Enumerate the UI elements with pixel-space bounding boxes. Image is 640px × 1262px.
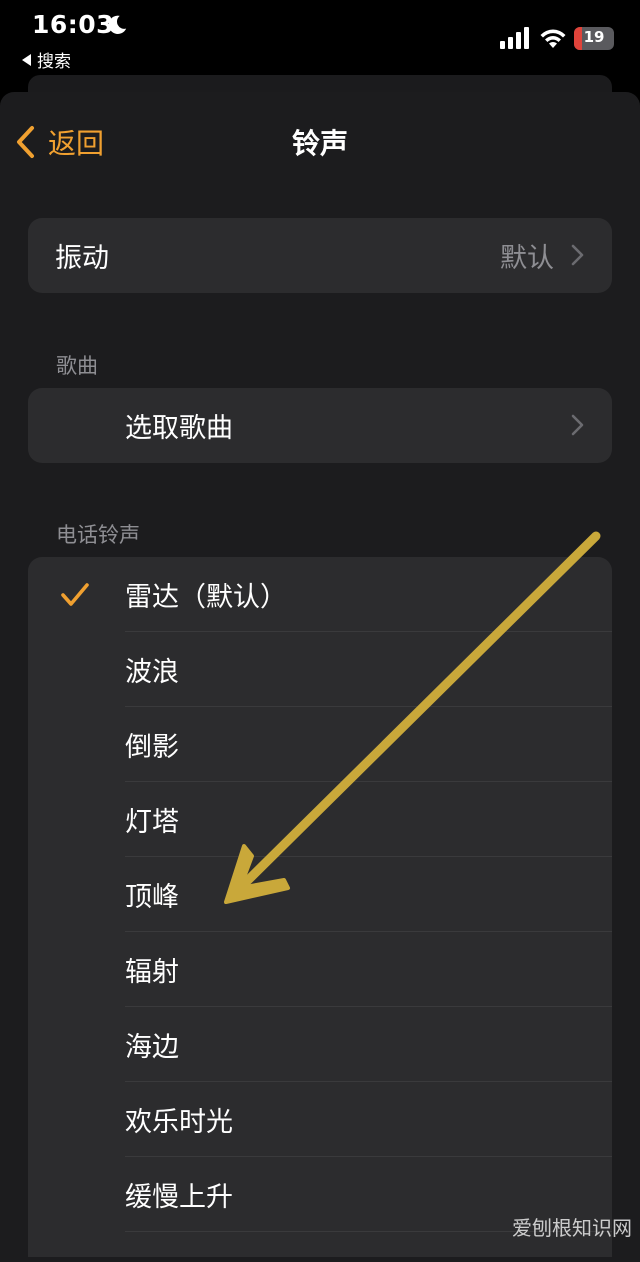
moon-icon xyxy=(108,15,127,34)
ringtone-row[interactable]: 辐射 xyxy=(28,932,612,1007)
vibration-group: 振动 默认 xyxy=(28,218,612,293)
songs-section-header: 歌曲 xyxy=(56,354,98,378)
ringtone-label: 海边 xyxy=(125,1032,179,1063)
cellular-signal-icon xyxy=(500,27,529,49)
vibration-label: 振动 xyxy=(55,243,109,274)
battery-indicator: 19 xyxy=(574,27,614,50)
status-bar: 16:03 搜索 19 xyxy=(0,0,640,75)
ringtone-row[interactable]: 海边 xyxy=(28,1007,612,1082)
ringtone-row[interactable]: 倒影 xyxy=(28,707,612,782)
battery-level-text: 19 xyxy=(583,28,605,46)
ringtone-label: 欢乐时光 xyxy=(125,1107,233,1138)
ringtone-row[interactable]: 欢乐时光 xyxy=(28,1082,612,1157)
ringtone-row[interactable]: 波浪 xyxy=(28,632,612,707)
ringtone-label: 灯塔 xyxy=(125,807,179,838)
ringtone-row[interactable]: 顶峰 xyxy=(28,857,612,932)
ringtone-label: 倒影 xyxy=(125,732,179,763)
back-triangle-icon xyxy=(22,53,31,66)
ringtone-label: 波浪 xyxy=(125,657,179,688)
vibration-value: 默认 xyxy=(500,243,554,274)
ringtone-label: 缓慢上升 xyxy=(125,1182,233,1213)
status-time: 16:03 xyxy=(32,10,115,39)
back-app-label: 搜索 xyxy=(37,52,71,72)
wifi-icon xyxy=(540,29,566,48)
ringtones-group: 雷达（默认） 波浪 倒影 灯塔 顶峰 辐射 海边 欢乐时光 缓慢上升 xyxy=(28,557,612,1257)
ringtones-section-header: 电话铃声 xyxy=(56,523,140,547)
ringtone-row[interactable]: 雷达（默认） xyxy=(28,557,612,632)
chevron-right-icon xyxy=(571,414,584,436)
checkmark-icon xyxy=(61,583,89,606)
ringtone-label: 顶峰 xyxy=(125,882,179,913)
watermark: 爱刨根知识网 xyxy=(512,1216,632,1240)
vibration-row[interactable]: 振动 默认 xyxy=(28,218,612,293)
chevron-right-icon xyxy=(571,244,584,266)
ringtone-label: 辐射 xyxy=(125,957,179,988)
back-to-app-link[interactable]: 搜索 xyxy=(22,47,71,72)
pick-song-label: 选取歌曲 xyxy=(125,413,233,444)
pick-song-row[interactable]: 选取歌曲 xyxy=(28,388,612,463)
ringtone-row[interactable]: 灯塔 xyxy=(28,782,612,857)
ringtone-label: 雷达（默认） xyxy=(125,582,287,613)
songs-group: 选取歌曲 xyxy=(28,388,612,463)
page-title: 铃声 xyxy=(291,127,348,160)
